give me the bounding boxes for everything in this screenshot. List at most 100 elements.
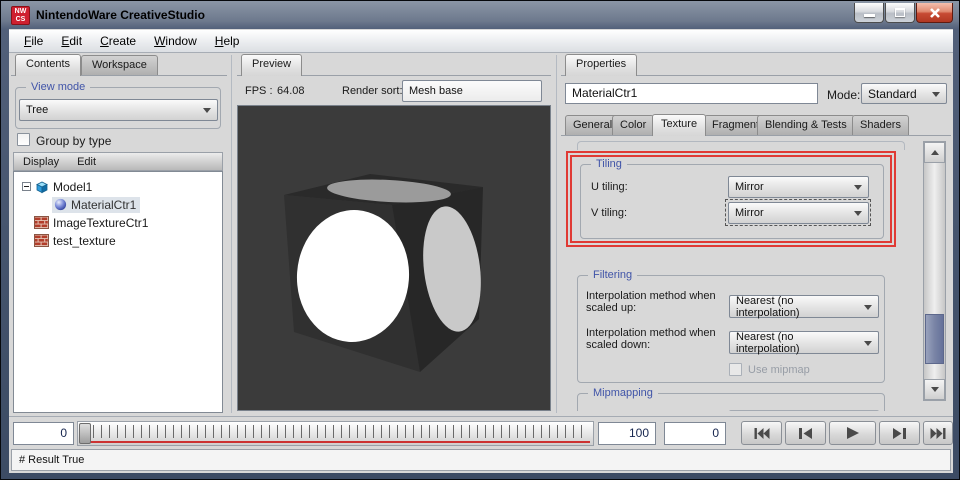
v-tiling-select[interactable]: Mirror [728, 202, 869, 224]
preview-viewport[interactable] [237, 105, 551, 411]
tab-color[interactable]: Color [612, 115, 654, 136]
use-mipmap-label: Use mipmap [748, 364, 810, 376]
tree-item-model1[interactable]: Model1 [22, 178, 92, 195]
step-backward-icon [798, 428, 813, 439]
brick-texture-icon [34, 234, 49, 247]
v-tiling-value: Mirror [735, 207, 764, 219]
fps-value: 64.08 [277, 85, 305, 97]
tree-item-materialctr1[interactable]: MaterialCtr1 [52, 196, 140, 213]
collapse-icon[interactable] [22, 182, 31, 191]
go-to-start-icon [754, 428, 770, 439]
cube-3d-icon [35, 180, 49, 194]
render-sort-select[interactable]: Mesh base [402, 80, 542, 102]
go-to-end-button[interactable] [923, 421, 953, 445]
menu-help[interactable]: Help [206, 32, 249, 50]
view-mode-value: Tree [26, 104, 48, 116]
tab-properties[interactable]: Properties [565, 54, 637, 76]
tree-item-label: MaterialCtr1 [71, 198, 136, 212]
tiling-title: Tiling [591, 157, 627, 171]
chevron-down-icon [932, 92, 940, 97]
title-bar[interactable]: NW CS NintendoWare CreativeStudio [1, 1, 959, 29]
timeline-divider [9, 416, 953, 417]
chevron-down-icon [203, 108, 211, 113]
interpolation-type-value: Nearest (no interpolation) [736, 410, 860, 412]
minimize-button[interactable] [854, 3, 884, 23]
v-tiling-label: V tiling: [591, 207, 627, 219]
chevron-down-icon [854, 211, 862, 216]
end-frame-field[interactable]: 100 [598, 422, 656, 445]
scroll-down-button[interactable] [924, 379, 945, 400]
menu-create[interactable]: Create [91, 32, 145, 50]
tab-preview[interactable]: Preview [241, 54, 302, 76]
view-mode-label: View mode [26, 80, 90, 94]
use-mipmap-checkbox[interactable] [729, 363, 742, 376]
frame-slider[interactable] [77, 421, 594, 446]
menu-window[interactable]: Window [145, 32, 206, 50]
slider-thumb[interactable] [79, 423, 91, 444]
tab-workspace[interactable]: Workspace [81, 55, 158, 76]
step-backward-button[interactable] [785, 421, 826, 445]
preview-3d-cube [238, 106, 550, 410]
tab-texture[interactable]: Texture [652, 114, 706, 136]
tree-item-imagetexturectr1[interactable]: ImageTextureCtr1 [34, 214, 148, 231]
group-by-type-checkbox[interactable] [17, 133, 30, 146]
step-forward-button[interactable] [879, 421, 920, 445]
window-title: NintendoWare CreativeStudio [36, 8, 205, 22]
scaled-down-label: Interpolation method when scaled down: [586, 327, 728, 351]
interpolation-type-select[interactable]: Nearest (no interpolation) [729, 410, 879, 411]
u-tiling-select[interactable]: Mirror [728, 176, 869, 198]
render-sort-label: Render sort: [342, 85, 403, 97]
scrollbar-thumb[interactable] [925, 314, 944, 364]
current-frame-field[interactable]: 0 [664, 422, 726, 445]
tab-contents[interactable]: Contents [15, 54, 81, 76]
right-splitter[interactable] [556, 55, 557, 413]
maximize-button[interactable] [885, 3, 915, 23]
tab-shaders[interactable]: Shaders [852, 115, 909, 136]
left-splitter[interactable] [231, 55, 232, 413]
properties-scrollbar[interactable] [923, 141, 946, 401]
tiling-group: Tiling U tiling: Mirror V tiling: Mirror [580, 164, 884, 239]
group-by-type-label: Group by type [36, 134, 111, 148]
minimize-icon [864, 14, 875, 17]
arrow-down-icon [931, 387, 939, 392]
scaled-up-select[interactable]: Nearest (no interpolation) [729, 295, 879, 318]
go-to-end-icon [930, 428, 946, 439]
client-area: File Edit Create Window Help Contents Wo… [9, 29, 953, 473]
scaled-down-select[interactable]: Nearest (no interpolation) [729, 331, 879, 354]
close-button[interactable] [916, 3, 953, 23]
tiling-highlight-inner: Tiling U tiling: Mirror V tiling: Mirror [570, 155, 892, 243]
filtering-title: Filtering [588, 268, 637, 282]
u-tiling-label: U tiling: [591, 181, 628, 193]
menu-file[interactable]: File [15, 32, 52, 50]
toolbar-edit-menu[interactable]: Edit [68, 155, 105, 169]
chevron-down-icon [864, 305, 872, 310]
material-name-input[interactable] [565, 83, 818, 104]
scroll-up-button[interactable] [924, 142, 945, 163]
tree-item-label: test_texture [53, 234, 116, 248]
view-mode-select[interactable]: Tree [19, 99, 218, 121]
go-to-start-button[interactable] [741, 421, 782, 445]
scaled-up-value: Nearest (no interpolation) [736, 295, 860, 319]
mipmapping-title: Mipmapping [588, 386, 658, 400]
scaled-up-label: Interpolation method when scaled up: [586, 290, 728, 314]
subtab-line [561, 135, 951, 136]
mode-select[interactable]: Standard [861, 83, 947, 104]
tab-blending-tests[interactable]: Blending & Tests [757, 115, 855, 136]
tree-toolbar: Display Edit [13, 152, 223, 171]
app-logo-icon: NW CS [11, 6, 30, 25]
scrolled-group-edge [577, 141, 905, 150]
logo-line-2: CS [12, 16, 29, 24]
menu-edit[interactable]: Edit [52, 32, 91, 50]
arrow-up-icon [931, 150, 939, 155]
scene-tree: Model1 MaterialCtr1 ImageTextureCtr1 [13, 171, 223, 413]
step-forward-icon [892, 428, 907, 439]
tree-item-label: ImageTextureCtr1 [53, 216, 148, 230]
slider-range-line [86, 441, 590, 443]
start-frame-field[interactable]: 0 [13, 422, 74, 445]
u-tiling-value: Mirror [735, 181, 764, 193]
toolbar-display-menu[interactable]: Display [14, 155, 68, 169]
close-icon [929, 7, 941, 19]
fps-label: FPS : [245, 85, 273, 97]
play-button[interactable] [829, 421, 876, 445]
tree-item-test-texture[interactable]: test_texture [34, 232, 116, 249]
